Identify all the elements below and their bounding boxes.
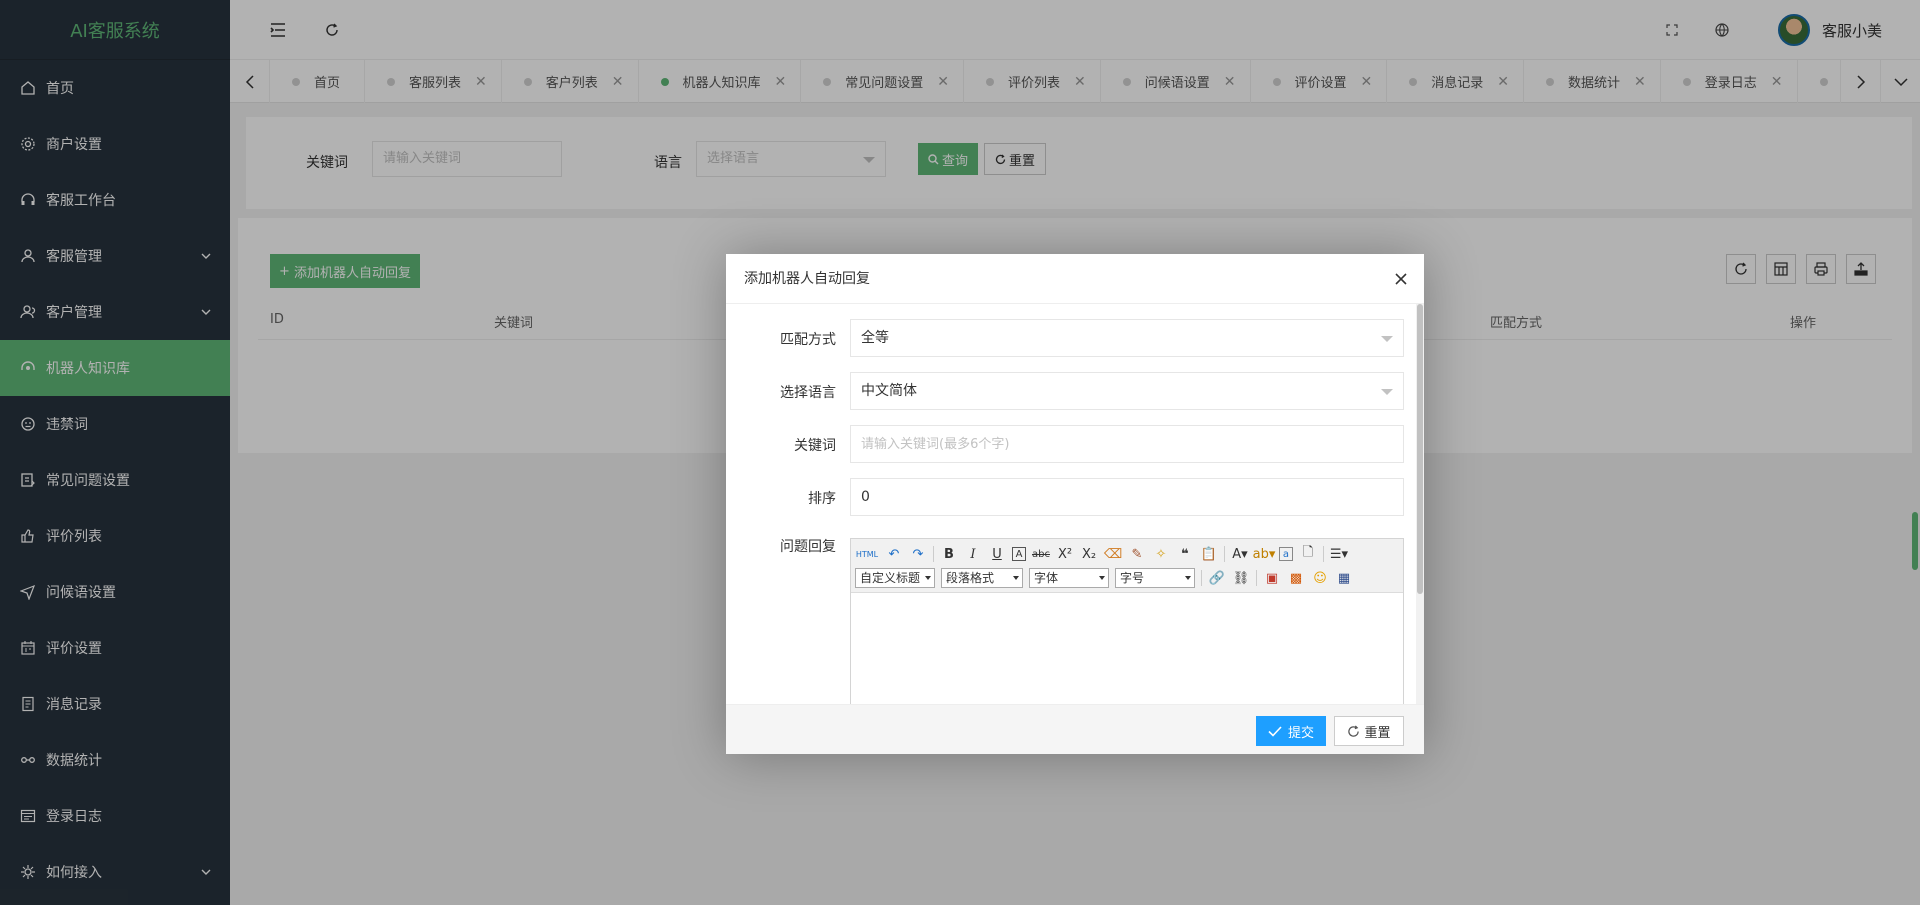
format-brush-icon[interactable]: ✎: [1128, 545, 1146, 563]
language-label: 选择语言: [780, 385, 836, 401]
close-icon[interactable]: [1392, 270, 1410, 288]
dialog-scrollbar[interactable]: [1416, 304, 1424, 704]
submit-button[interactable]: 提交: [1256, 716, 1326, 746]
keyword-input[interactable]: 请输入关键词(最多6个字): [850, 425, 1404, 463]
superscript-icon[interactable]: X²: [1056, 545, 1074, 563]
italic-icon[interactable]: I: [964, 545, 982, 563]
caret-down-icon: [1381, 336, 1393, 342]
template-icon[interactable]: ▦: [1335, 569, 1353, 587]
strikethrough-icon[interactable]: abc: [1032, 545, 1050, 563]
language-row: 选择语言 中文简体: [726, 372, 1404, 410]
link-icon[interactable]: 🔗: [1208, 569, 1226, 587]
sort-label: 排序: [808, 491, 836, 507]
rich-text-editor: HTML ↶ ↷ B I U A abc X² X₂ ⌫ ✎ ✧ ❝ 📋 A▾ …: [850, 538, 1404, 704]
caret-down-icon: [1381, 389, 1393, 395]
font-border-icon[interactable]: A: [1012, 547, 1026, 561]
unlink-icon[interactable]: ⛓: [1232, 569, 1250, 587]
reply-label: 问题回复: [780, 539, 836, 555]
char-icon[interactable]: a: [1279, 547, 1293, 561]
match-mode-row: 匹配方式 全等: [726, 319, 1404, 357]
font-family-select[interactable]: 字体: [1029, 568, 1109, 588]
underline-icon[interactable]: U: [988, 545, 1006, 563]
paragraph-format-select[interactable]: 段落格式: [941, 568, 1023, 588]
new-doc-icon[interactable]: 🗋: [1299, 545, 1317, 563]
magic-wand-icon[interactable]: ✧: [1152, 545, 1170, 563]
keyword-label: 关键词: [794, 438, 836, 454]
paste-text-icon[interactable]: 📋: [1200, 545, 1218, 563]
sort-row: 排序 0: [726, 478, 1404, 516]
editor-toolbar: HTML ↶ ↷ B I U A abc X² X₂ ⌫ ✎ ✧ ❝ 📋 A▾ …: [851, 539, 1403, 593]
match-mode-select[interactable]: 全等: [850, 319, 1404, 357]
highlight-icon[interactable]: ab▾: [1253, 545, 1276, 563]
add-reply-dialog: 添加机器人自动回复 匹配方式 全等 选择语言 中文简体 关键词 请输入关键词(最…: [726, 254, 1424, 754]
line-height-icon[interactable]: ☰▾: [1330, 545, 1348, 563]
check-icon: [1268, 725, 1282, 737]
dialog-reset-button[interactable]: 重置: [1334, 716, 1404, 746]
emoji-icon[interactable]: ☺: [1311, 569, 1329, 587]
html-source-button[interactable]: HTML: [855, 545, 879, 563]
quote-icon[interactable]: ❝: [1176, 545, 1194, 563]
dialog-body: 匹配方式 全等 选择语言 中文简体 关键词 请输入关键词(最多6个字) 排序 0…: [726, 304, 1424, 704]
custom-title-select[interactable]: 自定义标题: [855, 568, 935, 588]
refresh-icon: [1348, 725, 1360, 737]
subscript-icon[interactable]: X₂: [1080, 545, 1098, 563]
sort-input[interactable]: 0: [850, 478, 1404, 516]
image-icon[interactable]: ▣: [1263, 569, 1281, 587]
multi-image-icon[interactable]: ▩: [1287, 569, 1305, 587]
font-color-icon[interactable]: A▾: [1231, 545, 1249, 563]
dialog-footer: 提交 重置: [726, 704, 1424, 754]
keyword-row: 关键词 请输入关键词(最多6个字): [726, 425, 1404, 463]
font-size-select[interactable]: 字号: [1115, 568, 1195, 588]
undo-icon[interactable]: ↶: [885, 545, 903, 563]
language-select[interactable]: 中文简体: [850, 372, 1404, 410]
match-mode-label: 匹配方式: [780, 332, 836, 348]
dialog-title: 添加机器人自动回复: [726, 254, 1424, 304]
bold-icon[interactable]: B: [940, 545, 958, 563]
eraser-icon[interactable]: ⌫: [1104, 545, 1122, 563]
redo-icon[interactable]: ↷: [909, 545, 927, 563]
